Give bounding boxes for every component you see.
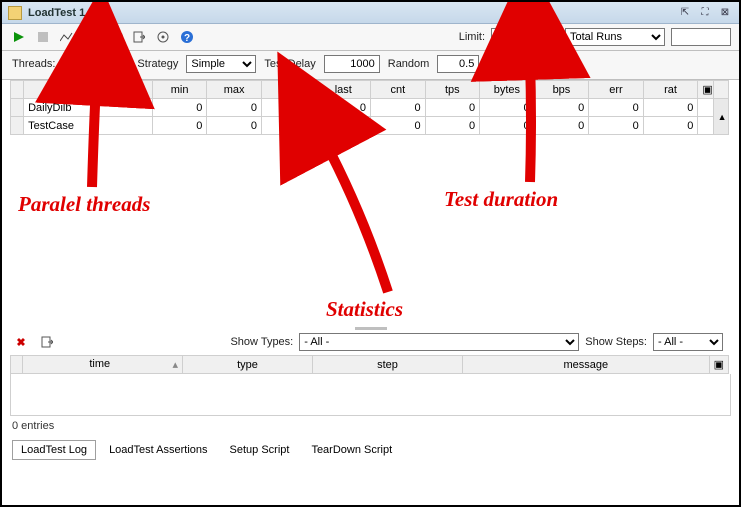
scroll-up-icon[interactable]: ▲: [713, 99, 728, 135]
toolbar-extra-input[interactable]: [671, 28, 731, 46]
limit-input[interactable]: [491, 28, 545, 46]
annotation-duration: Test duration: [444, 187, 558, 212]
col-cnt[interactable]: cnt: [371, 81, 426, 99]
export-icon[interactable]: [130, 28, 148, 46]
log-options-icon[interactable]: ▣: [709, 356, 728, 374]
show-steps-select[interactable]: - All -: [653, 333, 723, 351]
minimize-button[interactable]: ⇱: [677, 6, 693, 20]
log-col-type[interactable]: type: [183, 356, 313, 374]
log-toolbar: ✖ Show Types: - All - Show Steps: - All …: [2, 331, 739, 355]
col-tps[interactable]: tps: [425, 81, 480, 99]
tab-setup-script[interactable]: Setup Script: [221, 440, 299, 460]
log-col-message[interactable]: message: [463, 356, 710, 374]
tab-teardown-script[interactable]: TearDown Script: [302, 440, 401, 460]
col-max[interactable]: max: [207, 81, 262, 99]
col-min[interactable]: min: [152, 81, 207, 99]
threads-spinner[interactable]: ▲▼: [115, 55, 129, 73]
col-test-step[interactable]: Test Step: [24, 81, 153, 99]
stats-table-wrap: Test Step min max avg last cnt tps bytes…: [2, 80, 739, 135]
col-bytes[interactable]: bytes: [480, 81, 535, 99]
stats-row[interactable]: TestCase 0 0 0 0 0 0 0 0 0 0: [11, 117, 729, 135]
maximize-button[interactable]: ⛶: [697, 6, 713, 20]
log-col-step[interactable]: step: [313, 356, 463, 374]
stop-button[interactable]: [34, 28, 52, 46]
col-last[interactable]: last: [316, 81, 371, 99]
annotation-stats: Statistics: [326, 297, 403, 322]
test-delay-input[interactable]: [324, 55, 380, 73]
tab-loadtest-log[interactable]: LoadTest Log: [12, 440, 96, 460]
stats-header-row: Test Step min max avg last cnt tps bytes…: [11, 81, 729, 99]
log-body: [10, 374, 731, 416]
log-col-time[interactable]: time▴: [23, 356, 183, 374]
random-input[interactable]: [437, 55, 479, 73]
export-log-icon[interactable]: [38, 333, 56, 351]
strategy-label: Strategy: [137, 58, 178, 70]
window-title-bar: LoadTest 1 ⇱ ⛶ ⊠: [2, 2, 739, 24]
row-name: DailyDilb: [24, 99, 153, 117]
window-title: LoadTest 1: [28, 7, 85, 19]
svg-text:?: ?: [184, 33, 190, 44]
entries-count: 0 entries: [2, 416, 739, 438]
log-table: time▴ type step message ▣: [10, 355, 729, 374]
threads-input[interactable]: [63, 55, 115, 73]
settings-icon[interactable]: [154, 28, 172, 46]
stats-row[interactable]: DailyDilb 0 0 0 0 0 0 0 0 0 0 ▲: [11, 99, 729, 117]
annotation-threads: Paralel threads: [18, 192, 150, 217]
strategy-select[interactable]: Simple: [186, 55, 256, 73]
col-avg[interactable]: avg: [261, 81, 316, 99]
limit-type-select[interactable]: Total Runs: [565, 28, 665, 46]
show-types-select[interactable]: - All -: [299, 333, 579, 351]
bottom-tab-bar: LoadTest Log LoadTest Assertions Setup S…: [2, 438, 739, 464]
limit-label: Limit:: [459, 31, 485, 43]
help-icon[interactable]: ?: [178, 28, 196, 46]
show-steps-label: Show Steps:: [585, 336, 647, 348]
col-err[interactable]: err: [589, 81, 644, 99]
stats-table: Test Step min max avg last cnt tps bytes…: [10, 80, 729, 135]
test-controls: Threads: ▲▼ Strategy Simple Test Delay R…: [2, 51, 739, 80]
threads-label: Threads:: [12, 58, 55, 70]
random-label: Random: [388, 58, 430, 70]
limit-spinner[interactable]: ▲▼: [545, 28, 559, 46]
app-icon: [8, 6, 22, 20]
test-delay-label: Test Delay: [264, 58, 315, 70]
col-rat[interactable]: rat: [643, 81, 698, 99]
row-name: TestCase: [24, 117, 153, 135]
main-toolbar: 0.0 ? Limit: ▲▼ Total Runs: [2, 24, 739, 51]
table-options-icon[interactable]: ▣: [698, 81, 713, 99]
show-types-label: Show Types:: [230, 336, 293, 348]
tab-loadtest-assertions[interactable]: LoadTest Assertions: [100, 440, 216, 460]
close-button[interactable]: ⊠: [717, 6, 733, 20]
chart-icon[interactable]: [82, 28, 100, 46]
run-button[interactable]: [10, 28, 28, 46]
infinity-icon[interactable]: 0.0: [106, 28, 124, 46]
delete-log-icon[interactable]: ✖: [12, 333, 30, 351]
col-bps[interactable]: bps: [534, 81, 589, 99]
stats-icon[interactable]: [58, 28, 76, 46]
